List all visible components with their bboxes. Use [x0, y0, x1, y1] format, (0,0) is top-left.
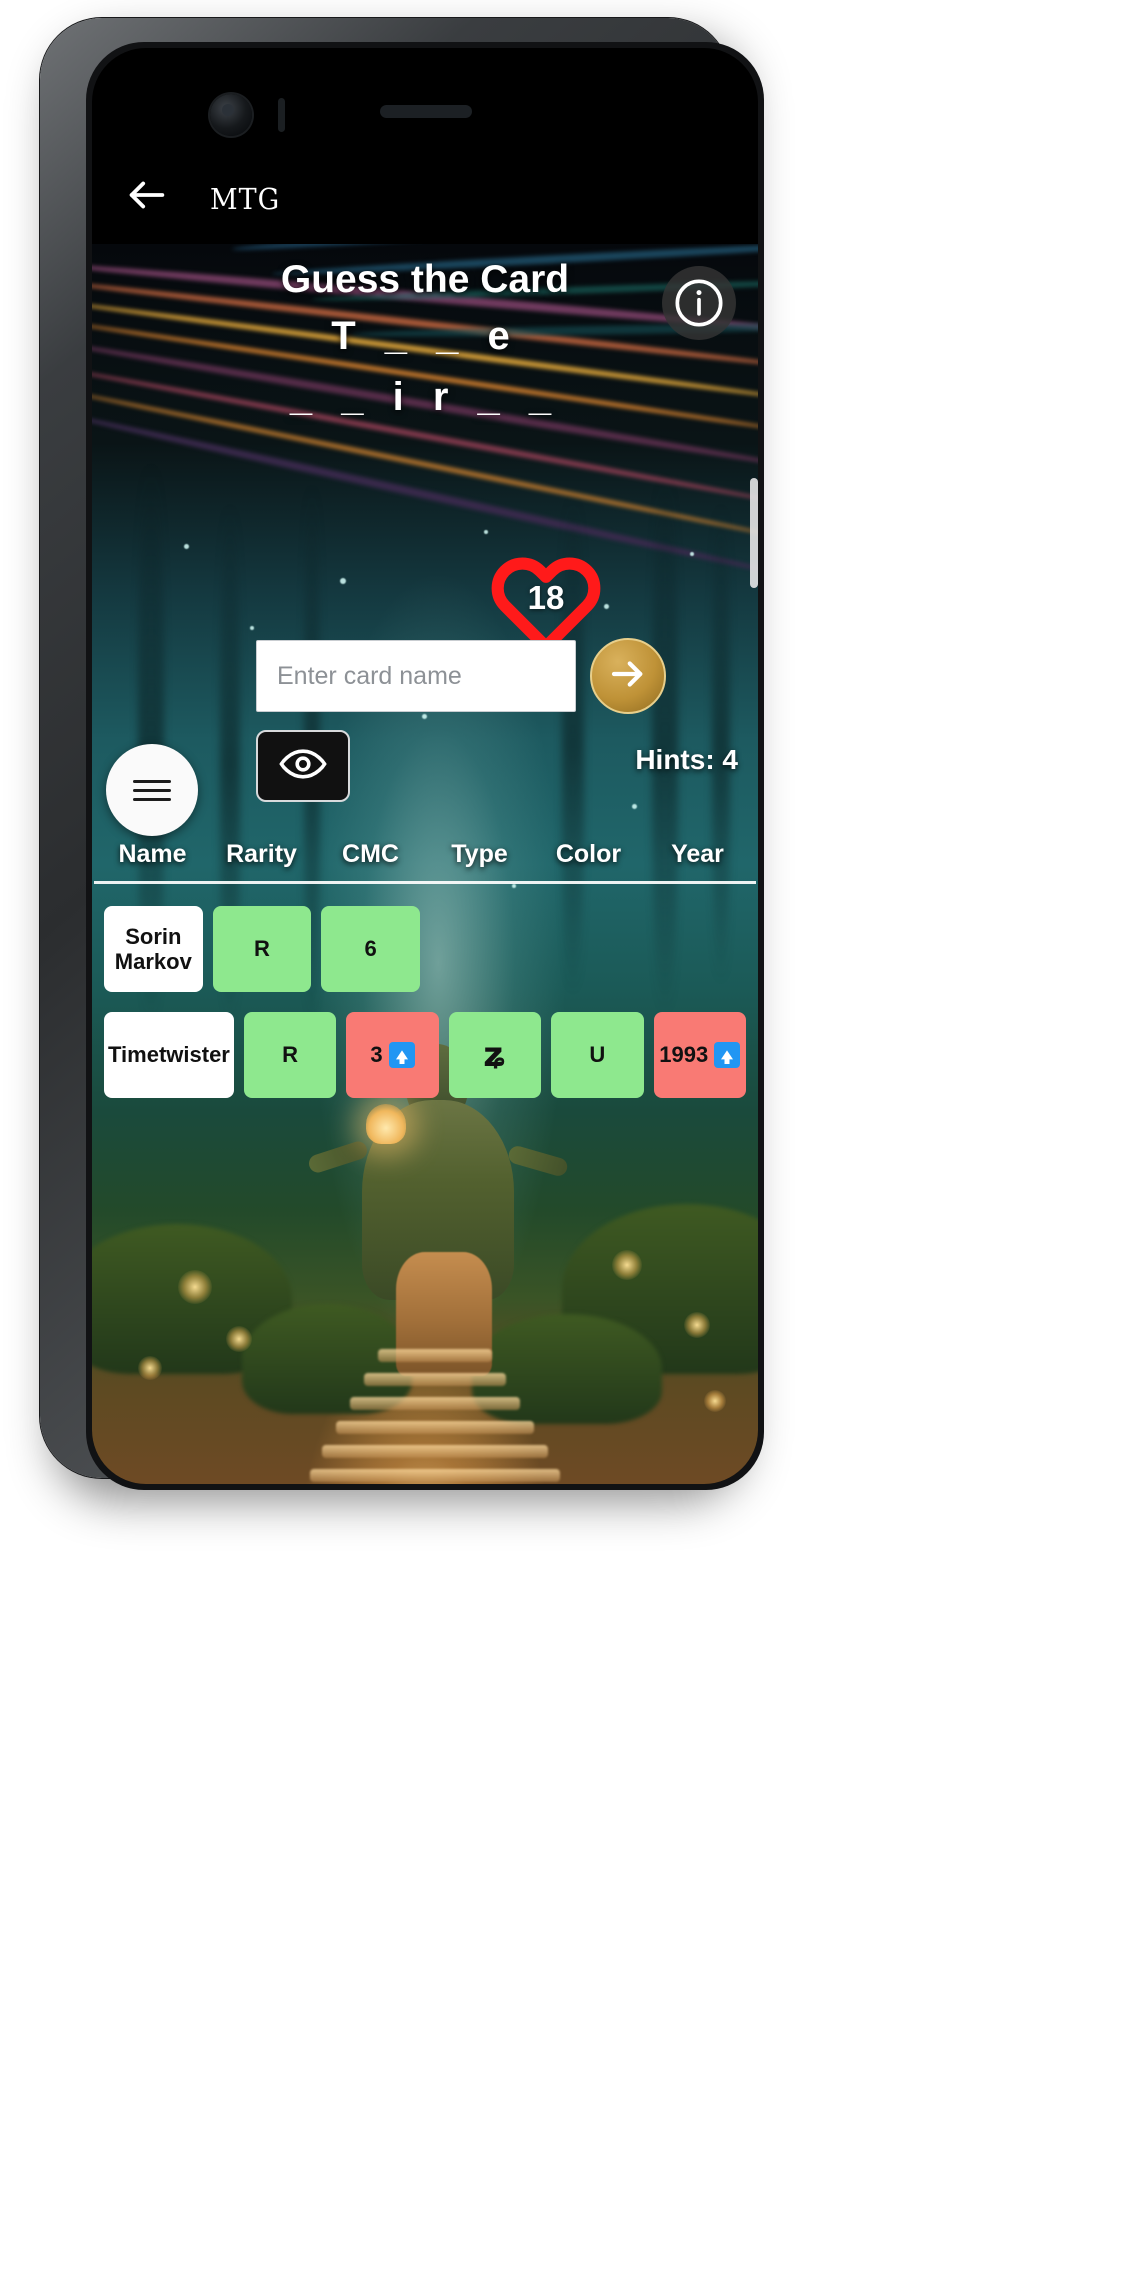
guess-input[interactable] [256, 640, 576, 712]
table-divider [94, 881, 756, 884]
table-cell: ʑ [448, 1012, 542, 1098]
cell-value: 6 [364, 936, 377, 962]
hints-remaining-label: Hints: 4 [635, 744, 738, 775]
column-header-rarity: Rarity [226, 840, 297, 868]
column-header-type: Type [451, 840, 508, 868]
table-cell [430, 906, 529, 992]
eye-icon [279, 745, 327, 788]
table-row: Timetwister R 3 ʑ U 1993 [92, 1012, 758, 1098]
sensor-icon [278, 98, 285, 132]
cell-value: U [589, 1042, 606, 1068]
game-ui-overlay: Guess the Card T _ _ e _ _ i r _ _ 18 En… [92, 244, 758, 1484]
front-camera-row [92, 86, 758, 146]
app-viewport: mtg Guess the Card T _ _ e _ _ i r _ _ 1… [92, 146, 758, 1484]
phone-screen: mtg Guess the Card T _ _ e _ _ i r _ _ 1… [92, 48, 758, 1484]
app-bar: mtg [92, 146, 758, 244]
masked-line-1: T _ _ e [331, 314, 519, 358]
cell-value: 3 [370, 1042, 383, 1068]
guess-history-table: Name Rarity CMC Type Color Year Sorin Ma… [92, 840, 758, 1118]
table-row: Sorin Markov R 6 [92, 906, 758, 992]
table-cell: Timetwister [104, 1012, 234, 1098]
table-cell: R [243, 1012, 337, 1098]
front-camera-icon [210, 94, 252, 136]
table-header-row: Name Rarity CMC Type Color Year [92, 840, 758, 881]
table-cell: U [551, 1012, 644, 1098]
table-cell: 3 [346, 1012, 439, 1098]
cell-value: ʑ [483, 1034, 507, 1075]
masked-card-name: T _ _ e _ _ i r _ _ [92, 306, 758, 428]
back-arrow-icon[interactable] [124, 172, 170, 218]
cell-value: R [282, 1042, 299, 1068]
arrow-right-icon [607, 653, 649, 700]
cell-value: Sorin Markov [114, 923, 192, 974]
table-cell: Sorin Markov [104, 906, 203, 992]
scrollbar[interactable] [750, 478, 758, 588]
hamburger-menu-icon[interactable] [106, 744, 198, 836]
screenshot-root: mtg Guess the Card T _ _ e _ _ i r _ _ 1… [0, 0, 1140, 2280]
arrow-up-icon [714, 1042, 741, 1068]
table-cell: 6 [321, 906, 420, 992]
page-title: Guess the Card [280, 258, 570, 301]
table-cell [647, 906, 746, 992]
cell-value: 1993 [659, 1042, 709, 1068]
column-header-color: Color [555, 840, 622, 868]
column-header-cmc: CMC [342, 840, 399, 868]
masked-line-2: _ _ i r _ _ [289, 374, 561, 419]
column-header-year: Year [671, 840, 724, 868]
cell-value: R [254, 936, 270, 962]
table-cell [539, 906, 638, 992]
earpiece-speaker [380, 105, 472, 118]
table-body: Sorin Markov R 6 Timetwister R 3 ʑ U 1993 [92, 906, 758, 1098]
app-brand-title: mtg [210, 171, 281, 219]
reveal-hint-button[interactable] [256, 730, 350, 802]
column-header-name: Name [118, 840, 187, 868]
table-cell: 1993 [653, 1012, 746, 1098]
guess-form [256, 638, 676, 714]
arrow-up-icon [388, 1042, 415, 1068]
submit-guess-button[interactable] [590, 638, 666, 714]
table-cell: R [212, 906, 312, 992]
phone-device-frame: mtg Guess the Card T _ _ e _ _ i r _ _ 1… [40, 18, 764, 1490]
cell-value: Timetwister [108, 1042, 230, 1068]
